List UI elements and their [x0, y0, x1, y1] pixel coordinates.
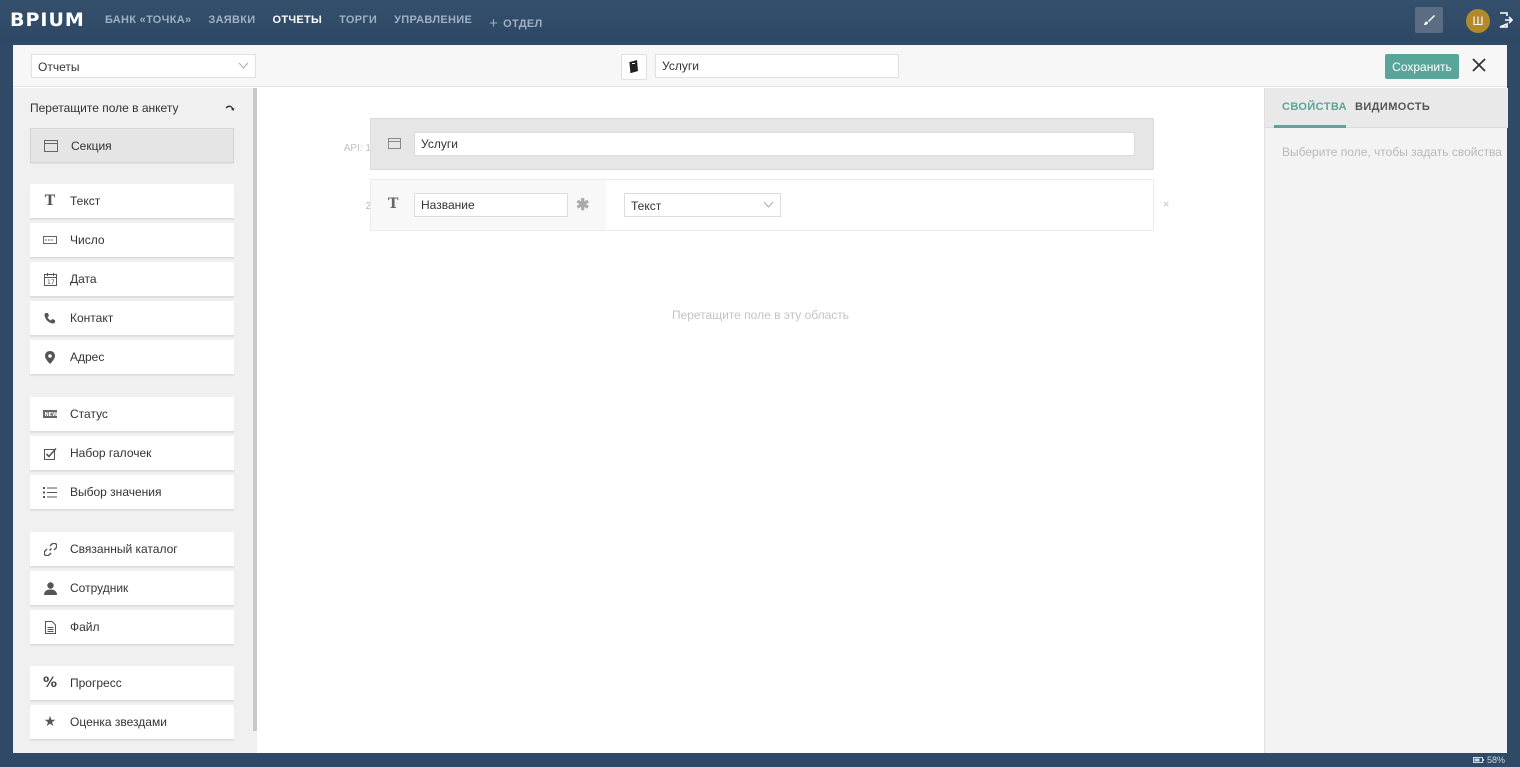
battery-percent: 58% [1487, 755, 1506, 765]
catalog-editor-panel: Отчеты Сохранить Перетащите поле в анкет… [13, 45, 1508, 753]
tab-properties[interactable]: СВОЙСТВА [1282, 101, 1347, 113]
palette-item-employee[interactable]: Сотрудник [30, 571, 234, 606]
number-icon [30, 236, 70, 244]
section-icon [388, 138, 401, 149]
svg-text:17: 17 [47, 279, 55, 286]
add-section-label: ОТДЕЛ [503, 18, 543, 30]
brush-tool-button[interactable] [1415, 7, 1443, 33]
chevron-down-icon [238, 62, 249, 69]
field-row-main: T ✱ [371, 180, 606, 230]
calendar-icon: 17 [30, 272, 70, 286]
nav-item-tenders[interactable]: ТОРГИ [339, 14, 377, 31]
properties-tabs: СВОЙСТВА ВИДИМОСТЬ [1265, 88, 1508, 128]
svg-text:NEW: NEW [45, 412, 58, 418]
remove-field-button[interactable]: × [1163, 199, 1169, 211]
editor-header: Отчеты Сохранить [13, 45, 1507, 87]
save-button[interactable]: Сохранить [1385, 54, 1459, 79]
top-navigation-bar: BPIUM БАНК «ТОЧКА» ЗАЯВКИ ОТЧЕТЫ ТОРГИ У… [0, 0, 1520, 42]
section-name-input[interactable] [414, 132, 1135, 156]
palette-item-label: Статус [70, 407, 108, 421]
field-type-select[interactable]: Текст [624, 193, 781, 217]
catalog-section-select[interactable]: Отчеты [31, 54, 256, 78]
palette-item-contact[interactable]: Контакт [30, 301, 234, 336]
palette-item-label: Адрес [70, 350, 105, 364]
status-icon: NEW [30, 410, 70, 418]
properties-panel: СВОЙСТВА ВИДИМОСТЬ Выберите поле, чтобы … [1264, 88, 1508, 753]
palette-item-address[interactable]: Адрес [30, 340, 234, 375]
phone-icon [30, 312, 70, 324]
user-icon [30, 581, 70, 595]
palette-item-label: Выбор значения [70, 485, 162, 499]
active-tab-indicator [1274, 125, 1346, 128]
palette-title: Перетащите поле в анкету [30, 101, 179, 115]
palette-item-star-rating[interactable]: ★ Оценка звездами [30, 705, 234, 740]
palette-item-label: Текст [70, 194, 101, 208]
nav-item-bank[interactable]: БАНК «ТОЧКА» [105, 14, 191, 31]
nav-item-requests[interactable]: ЗАЯВКИ [208, 14, 255, 31]
palette-item-select[interactable]: Выбор значения [30, 475, 234, 510]
nav-item-management[interactable]: УПРАВЛЕНИЕ [394, 14, 472, 31]
list-icon [30, 486, 70, 498]
palette-item-text[interactable]: T Текст [30, 184, 234, 219]
text-icon: T [44, 193, 56, 209]
field-palette: Перетащите поле в анкету Секция T Текст … [13, 88, 257, 753]
section-row[interactable] [370, 118, 1154, 170]
text-icon: T [388, 196, 399, 212]
link-icon [30, 542, 70, 556]
catalog-name-input[interactable] [655, 54, 899, 78]
section-api-label: API: 1 [343, 143, 371, 154]
book-icon [629, 60, 638, 74]
palette-item-date[interactable]: 17 Дата [30, 262, 234, 297]
palette-item-label: Оценка звездами [70, 715, 167, 729]
field-row[interactable]: T ✱ Текст [370, 179, 1154, 231]
palette-item-label: Прогресс [70, 676, 122, 690]
main-nav: БАНК «ТОЧКА» ЗАЯВКИ ОТЧЕТЫ ТОРГИ УПРАВЛЕ… [105, 14, 560, 32]
section-icon [31, 139, 71, 152]
palette-item-label: Сотрудник [70, 581, 129, 595]
chevron-down-icon [763, 201, 774, 208]
curved-arrow-icon [225, 105, 235, 111]
palette-item-progress[interactable]: % Прогресс [30, 666, 234, 701]
file-icon [30, 620, 70, 634]
palette-item-status[interactable]: NEW Статус [30, 397, 234, 432]
palette-item-number[interactable]: Число [30, 223, 234, 258]
nav-item-reports[interactable]: ОТЧЕТЫ [272, 14, 322, 31]
add-section-button[interactable]: + ОТДЕЛ [489, 14, 543, 32]
star-icon: ★ [43, 714, 57, 730]
field-type-value: Текст [631, 199, 662, 213]
palette-item-label: Секция [71, 138, 112, 153]
catalog-icon-picker[interactable] [621, 54, 647, 80]
palette-item-file[interactable]: Файл [30, 610, 234, 645]
properties-empty-hint: Выберите поле, чтобы задать свойства [1282, 145, 1502, 159]
required-asterisk-icon[interactable]: ✱ [576, 195, 589, 215]
field-name-input[interactable] [414, 193, 568, 217]
brush-icon [1424, 15, 1435, 25]
close-icon[interactable] [1471, 57, 1487, 73]
palette-item-section[interactable]: Секция [30, 128, 234, 163]
palette-item-label: Дата [70, 272, 97, 286]
catalog-section-value: Отчеты [38, 60, 80, 74]
palette-item-label: Файл [70, 620, 100, 634]
palette-item-checkboxes[interactable]: Набор галочек [30, 436, 234, 471]
palette-item-label: Набор галочек [70, 446, 152, 460]
drop-zone-hint: Перетащите поле в эту область [671, 308, 850, 322]
percent-icon: % [42, 675, 58, 691]
palette-item-linked-catalog[interactable]: Связанный каталог [30, 532, 234, 567]
user-avatar[interactable]: Ш [1466, 9, 1490, 33]
checkbox-icon [30, 447, 70, 460]
form-canvas: API: 1 2 T ✱ Текст × Перетащите поле в э… [257, 88, 1264, 753]
battery-indicator: 58% [1473, 755, 1505, 765]
tab-visibility[interactable]: ВИДИМОСТЬ [1355, 101, 1430, 113]
location-icon [30, 350, 70, 364]
app-logo[interactable]: BPIUM [10, 9, 85, 31]
palette-item-label: Число [70, 233, 105, 247]
palette-item-label: Контакт [70, 311, 114, 325]
battery-icon [1473, 757, 1484, 763]
logout-icon[interactable] [1499, 12, 1513, 28]
field-row-number: 2 [365, 201, 371, 212]
palette-item-label: Связанный каталог [70, 542, 178, 556]
plus-icon: + [489, 15, 499, 32]
